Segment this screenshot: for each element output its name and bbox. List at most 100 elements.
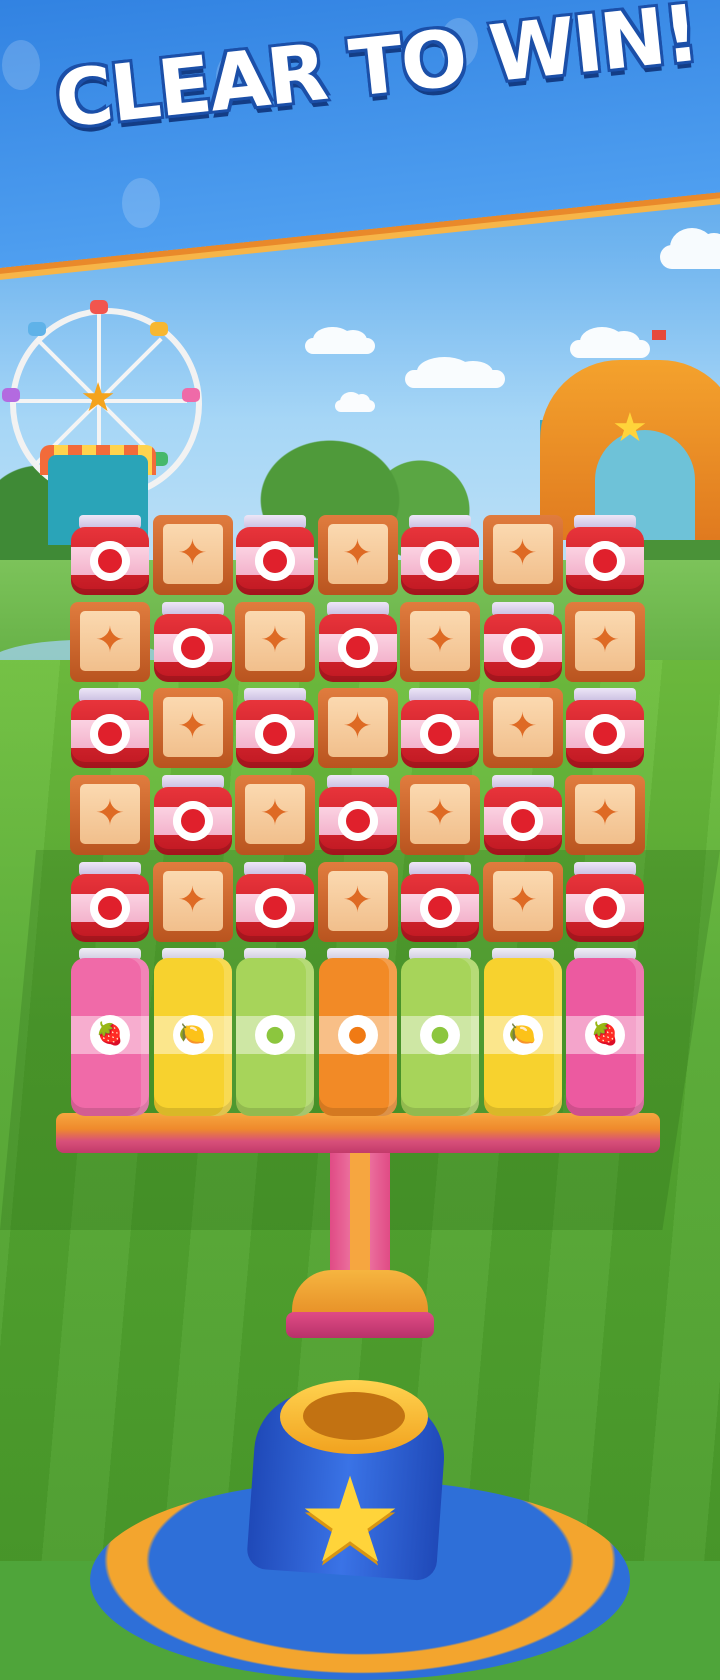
jam-jar-tile[interactable] — [152, 773, 235, 860]
diamond-icon: ✦ — [492, 870, 553, 931]
crate-frame: ✦ — [400, 775, 480, 856]
diamond-icon: ✦ — [327, 524, 388, 584]
jam-jar-tile[interactable] — [69, 513, 152, 600]
diamond-icon: ✦ — [245, 610, 305, 671]
fruit-jar-tile[interactable]: ● — [399, 946, 482, 1119]
fruit-jar-tile[interactable]: 🍋 — [152, 946, 235, 1119]
crate-frame: ✦ — [482, 688, 563, 769]
tomato-icon — [420, 541, 460, 581]
ferris-gondola — [150, 322, 168, 336]
cloud — [335, 391, 375, 412]
crate-frame: ✦ — [482, 861, 563, 942]
jam-jar-tile[interactable] — [317, 773, 400, 860]
jam-jar-tile[interactable] — [482, 600, 565, 687]
jam-jar-tile[interactable] — [234, 686, 317, 773]
tomato-icon — [337, 801, 378, 842]
cloud — [405, 357, 505, 388]
tomato-icon — [337, 627, 378, 668]
fruit-jar: 🍋 — [153, 948, 232, 1117]
crate-tile[interactable]: ✦ — [69, 600, 152, 687]
jam-jar-tile[interactable] — [234, 860, 317, 947]
stand-pole-stripe — [350, 1150, 370, 1290]
diamond-icon: ✦ — [162, 870, 223, 931]
tomato-icon — [255, 887, 295, 928]
diamond-icon: ✦ — [410, 784, 470, 845]
ferris-gondola — [90, 300, 108, 314]
tomato-icon — [420, 887, 460, 928]
crate-tile[interactable]: ✦ — [399, 600, 482, 687]
fruit-jar-tile[interactable]: ● — [317, 946, 400, 1119]
crate-tile[interactable]: ✦ — [399, 773, 482, 860]
crate-frame: ✦ — [235, 601, 315, 682]
crate-tile[interactable]: ✦ — [152, 860, 235, 947]
crate-tile[interactable]: ✦ — [317, 513, 400, 600]
crate-tile[interactable]: ✦ — [482, 860, 565, 947]
fruit-jar: 🍋 — [483, 948, 562, 1117]
ferris-gondola — [2, 388, 20, 402]
crate-tile[interactable]: ✦ — [152, 513, 235, 600]
tomato-icon — [90, 887, 130, 928]
diamond-icon: ✦ — [162, 697, 223, 758]
crate-tile[interactable]: ✦ — [564, 773, 647, 860]
crate-frame: ✦ — [152, 861, 233, 942]
lemon-icon: 🍋 — [172, 1015, 213, 1056]
tomato-icon — [90, 541, 130, 581]
diamond-icon: ✦ — [327, 870, 388, 931]
castle-star-icon: ★ — [612, 405, 648, 451]
diamond-icon: ✦ — [575, 784, 635, 845]
diamond-icon: ✦ — [162, 524, 223, 584]
jam-jar-tile[interactable] — [69, 686, 152, 773]
jam-jar-tile[interactable] — [399, 513, 482, 600]
fruit-jar-tile[interactable]: 🍓 — [564, 946, 647, 1119]
crate-frame: ✦ — [317, 688, 398, 769]
jam-jar-tile[interactable] — [317, 600, 400, 687]
crate-frame: ✦ — [152, 688, 233, 769]
fruit-jar: ● — [318, 948, 397, 1117]
ferris-gondola — [182, 388, 200, 402]
crate-tile[interactable]: ✦ — [317, 686, 400, 773]
jam-jar-tile[interactable] — [564, 686, 647, 773]
fruit-jar: 🍓 — [71, 948, 149, 1117]
jam-jar-tile[interactable] — [564, 513, 647, 600]
crate-tile[interactable]: ✦ — [482, 686, 565, 773]
tomato-icon — [172, 801, 213, 842]
jam-jar-tile[interactable] — [152, 600, 235, 687]
ferris-gondola — [28, 322, 46, 336]
jam-jar-tile[interactable] — [482, 773, 565, 860]
fruit-jar-tile[interactable]: 🍋 — [482, 946, 565, 1119]
crate-frame: ✦ — [70, 601, 150, 682]
cloud — [305, 326, 375, 354]
jam-jar-tile[interactable] — [399, 686, 482, 773]
crate-tile[interactable]: ✦ — [234, 600, 317, 687]
diamond-icon: ✦ — [245, 784, 305, 845]
cannon-opening — [303, 1392, 405, 1440]
diamond-icon: ✦ — [410, 610, 470, 671]
crate-frame: ✦ — [400, 601, 480, 682]
diamond-icon: ✦ — [575, 610, 635, 671]
fruit-jar: ● — [236, 948, 314, 1117]
cloud — [570, 327, 650, 358]
crate-tile[interactable]: ✦ — [317, 860, 400, 947]
fruit-jar: 🍓 — [566, 948, 644, 1117]
crate-tile[interactable]: ✦ — [152, 686, 235, 773]
crate-tile[interactable]: ✦ — [564, 600, 647, 687]
tomato-icon — [585, 541, 625, 581]
tomato-icon — [255, 541, 295, 581]
diamond-icon: ✦ — [492, 697, 553, 758]
fruit-jar-tile[interactable]: 🍓 — [69, 946, 152, 1119]
jam-jar-tile[interactable] — [564, 860, 647, 947]
cloud — [660, 228, 720, 269]
crate-tile[interactable]: ✦ — [234, 773, 317, 860]
crate-tile[interactable]: ✦ — [482, 513, 565, 600]
tomato-icon — [585, 887, 625, 928]
flag-icon — [652, 330, 666, 340]
jam-jar-tile[interactable] — [69, 860, 152, 947]
crate-frame: ✦ — [317, 861, 398, 942]
fruit-jar-tile[interactable]: ● — [234, 946, 317, 1119]
crate-tile[interactable]: ✦ — [69, 773, 152, 860]
jam-jar-tile[interactable] — [234, 513, 317, 600]
tomato-icon — [502, 801, 543, 842]
orange-icon: ● — [337, 1015, 378, 1056]
jam-jar-tile[interactable] — [399, 860, 482, 947]
diamond-icon: ✦ — [80, 784, 140, 845]
